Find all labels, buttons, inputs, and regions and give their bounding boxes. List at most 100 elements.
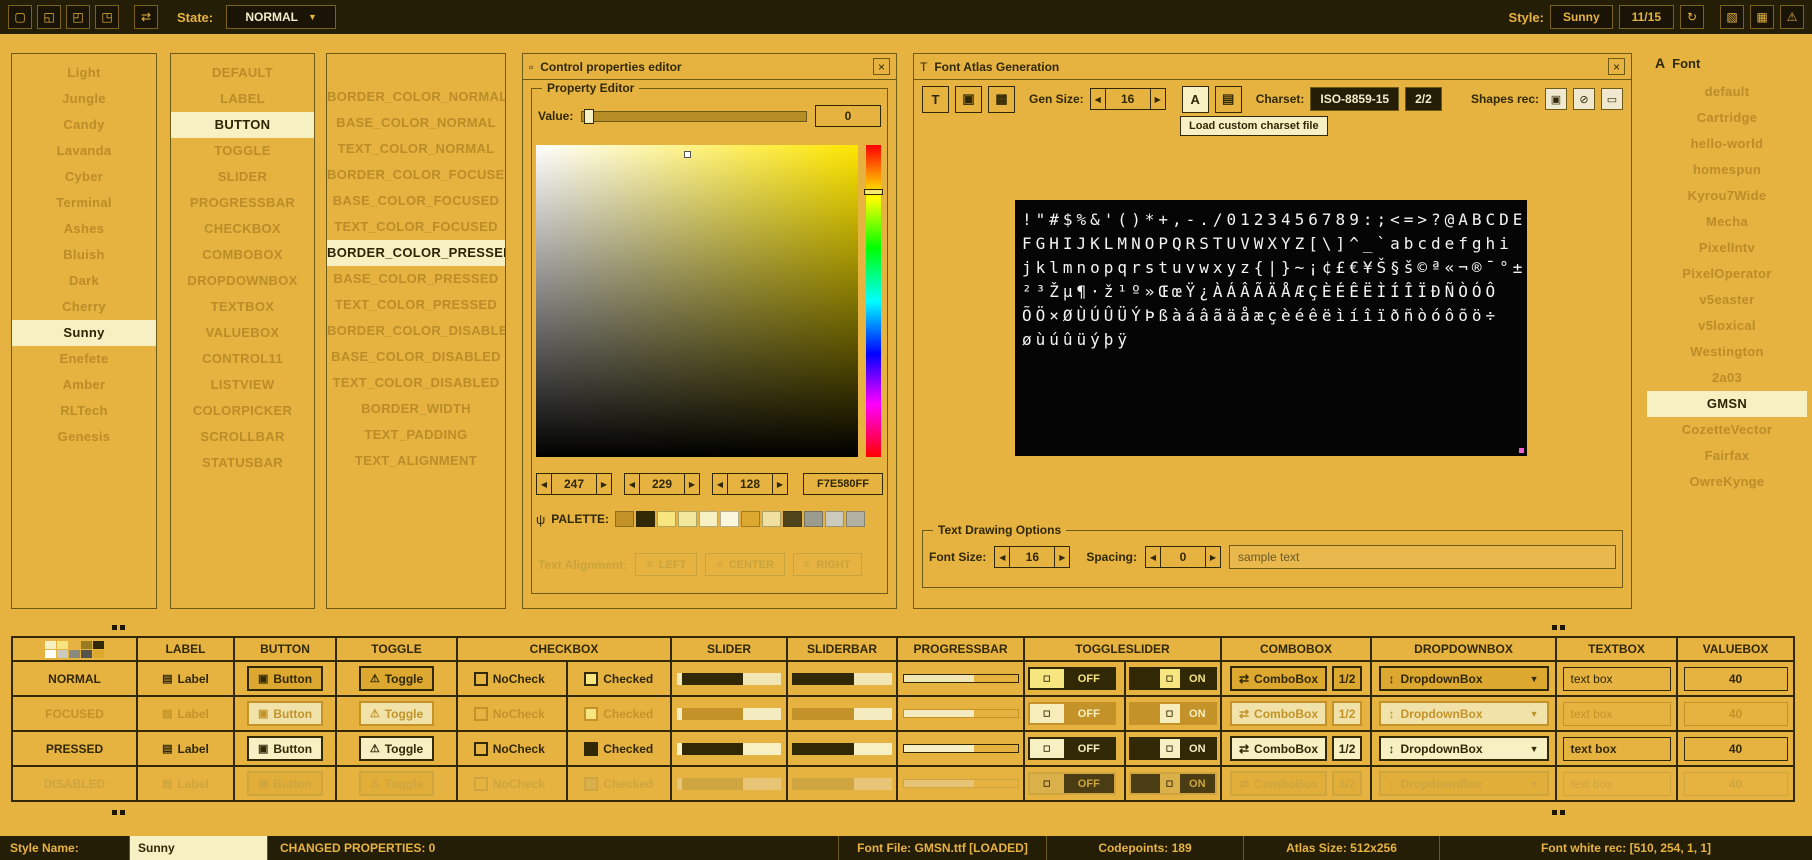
property-list-item[interactable]: TEXT_COLOR_FOCUSED: [327, 214, 505, 240]
palette-swatch[interactable]: [825, 511, 844, 527]
preview-dropdownbox[interactable]: ↕ DropdownBox ▼: [1379, 771, 1549, 796]
font-list-item[interactable]: CozetteVector: [1647, 417, 1807, 443]
hex-value-box[interactable]: F7E580FF: [803, 473, 883, 495]
preview-button[interactable]: ▣ Button: [247, 701, 323, 726]
control-list-item[interactable]: DEFAULT: [171, 60, 314, 86]
reload-style-button[interactable]: ↻: [1680, 5, 1704, 29]
preview-valuebox[interactable]: 40: [1684, 667, 1788, 691]
checkbox-box[interactable]: [474, 672, 488, 686]
sample-text-input[interactable]: sample text: [1229, 545, 1616, 569]
property-list-item[interactable]: TEXT_COLOR_PRESSED: [327, 292, 505, 318]
font-list-item[interactable]: OwreKynge: [1647, 469, 1807, 495]
control-list-item[interactable]: PROGRESSBAR: [171, 190, 314, 216]
spinner-right-icon[interactable]: ▶: [772, 473, 788, 495]
property-list-item[interactable]: TEXT_COLOR_NORMAL: [327, 136, 505, 162]
property-list-item[interactable]: BORDER_COLOR_DISABLED: [327, 318, 505, 344]
spinner-right-icon[interactable]: ▶: [1150, 88, 1166, 110]
font-list-item[interactable]: 2a03: [1647, 365, 1807, 391]
combobox-counter[interactable]: 1/2: [1332, 701, 1362, 726]
control-list-item[interactable]: LISTVIEW: [171, 372, 314, 398]
atlas-white-mode-button[interactable]: ▣: [955, 86, 982, 113]
palette-swatch[interactable]: [804, 511, 823, 527]
atlas-window-titlebar[interactable]: T Font Atlas Generation ×: [914, 54, 1631, 80]
preview-toggleslider-on[interactable]: ◻ ON: [1129, 702, 1217, 725]
font-list-item[interactable]: Cartridge: [1647, 105, 1807, 131]
preview-dropdownbox[interactable]: ↕ DropdownBox ▼: [1379, 701, 1549, 726]
shapes-rec-outline-button[interactable]: ▭: [1601, 88, 1623, 110]
preview-checkbox-checked[interactable]: Checked: [566, 662, 671, 695]
preview-sliderbar[interactable]: [792, 673, 892, 685]
combobox-counter[interactable]: 1/2: [1332, 771, 1362, 796]
preview-toggleslider-off[interactable]: ◻ OFF: [1028, 772, 1116, 795]
state-dropdown[interactable]: NORMAL ▼: [226, 5, 336, 29]
spinner-right-icon[interactable]: ▶: [684, 473, 700, 495]
font-list-item[interactable]: v5loxical: [1647, 313, 1807, 339]
preview-dropdownbox[interactable]: ↕ DropdownBox ▼: [1379, 666, 1549, 691]
property-list-item[interactable]: BASE_COLOR_DISABLED: [327, 344, 505, 370]
font-list-item[interactable]: homespun: [1647, 157, 1807, 183]
theme-list-item[interactable]: Amber: [12, 372, 156, 398]
control-list-item[interactable]: TEXTBOX: [171, 294, 314, 320]
palette-swatch[interactable]: [741, 511, 760, 527]
preview-checkbox-checked[interactable]: Checked: [566, 697, 671, 730]
spinner-right-icon[interactable]: ▶: [596, 473, 612, 495]
new-style-button[interactable]: ▢: [8, 5, 32, 29]
control-list-item[interactable]: COLORPICKER: [171, 398, 314, 424]
charset-value[interactable]: ISO-8859-15: [1310, 87, 1399, 111]
palette-swatch[interactable]: [699, 511, 718, 527]
control-list-item[interactable]: SLIDER: [171, 164, 314, 190]
preview-toggleslider-on[interactable]: ◻ ON: [1129, 737, 1217, 760]
preview-toggleslider-off[interactable]: ◻ OFF: [1028, 667, 1116, 690]
preview-valuebox[interactable]: 40: [1684, 737, 1788, 761]
about-button[interactable]: ⚠: [1780, 5, 1804, 29]
palette-swatch[interactable]: [615, 511, 634, 527]
theme-list-item[interactable]: Light: [12, 60, 156, 86]
style-name-display[interactable]: Sunny: [1550, 5, 1613, 29]
font-list-item[interactable]: PixelIntv: [1647, 235, 1807, 261]
palette-swatch[interactable]: [783, 511, 802, 527]
font-list-item[interactable]: GMSN: [1647, 391, 1807, 417]
spinner-left-icon[interactable]: ◀: [1145, 546, 1161, 568]
align-right-button[interactable]: ≡RIGHT: [793, 553, 862, 576]
gen-size-value[interactable]: 16: [1106, 88, 1150, 110]
state-row-label[interactable]: FOCUSED: [45, 707, 104, 721]
theme-list-item[interactable]: Candy: [12, 112, 156, 138]
font-list-item[interactable]: Fairfax: [1647, 443, 1807, 469]
spinner-left-icon[interactable]: ◀: [624, 473, 640, 495]
property-list-item[interactable]: BORDER_COLOR_FOCUSED: [327, 162, 505, 188]
preview-valuebox[interactable]: 40: [1684, 702, 1788, 726]
preview-slider[interactable]: [677, 673, 781, 685]
theme-list-item[interactable]: Genesis: [12, 424, 156, 450]
property-list-item[interactable]: TEXT_ALIGNMENT: [327, 448, 505, 474]
random-style-button[interactable]: ⇄: [134, 5, 158, 29]
font-list-item[interactable]: hello-world: [1647, 131, 1807, 157]
preview-checkbox-unchecked[interactable]: NoCheck: [458, 767, 561, 800]
preview-textbox[interactable]: text box: [1563, 772, 1671, 796]
palette-swatch[interactable]: [846, 511, 865, 527]
preview-button[interactable]: ▣ Button: [247, 736, 323, 761]
state-row-label[interactable]: NORMAL: [48, 672, 101, 686]
preview-toggle[interactable]: ⚠ Toggle: [359, 701, 434, 726]
preview-valuebox[interactable]: 40: [1684, 772, 1788, 796]
preview-toggleslider-on[interactable]: ◻ ON: [1129, 667, 1217, 690]
preview-slider[interactable]: [677, 708, 781, 720]
property-list-item[interactable]: TEXT_COLOR_DISABLED: [327, 370, 505, 396]
export-style-button[interactable]: ◳: [95, 5, 119, 29]
combobox-counter[interactable]: 1/2: [1332, 736, 1362, 761]
property-list-item[interactable]: BORDER_COLOR_NORMAL: [327, 84, 505, 110]
palette-swatch[interactable]: [636, 511, 655, 527]
property-list-item[interactable]: BASE_COLOR_FOCUSED: [327, 188, 505, 214]
font-list-item[interactable]: Westington: [1647, 339, 1807, 365]
control-list-item[interactable]: CHECKBOX: [171, 216, 314, 242]
theme-list-item[interactable]: Dark: [12, 268, 156, 294]
font-size-value[interactable]: 16: [1010, 546, 1054, 568]
shapes-rec-fill-button[interactable]: ▣: [1545, 88, 1567, 110]
control-list-item[interactable]: TOGGLE: [171, 138, 314, 164]
spacing-value[interactable]: 0: [1161, 546, 1205, 568]
preview-textbox[interactable]: text box: [1563, 702, 1671, 726]
control-list-item[interactable]: VALUEBOX: [171, 320, 314, 346]
atlas-black-mode-button[interactable]: ▩: [988, 86, 1015, 113]
control-list-item[interactable]: BUTTON: [171, 112, 314, 138]
align-left-button[interactable]: ≡LEFT: [635, 553, 697, 576]
font-list-item[interactable]: Mecha: [1647, 209, 1807, 235]
